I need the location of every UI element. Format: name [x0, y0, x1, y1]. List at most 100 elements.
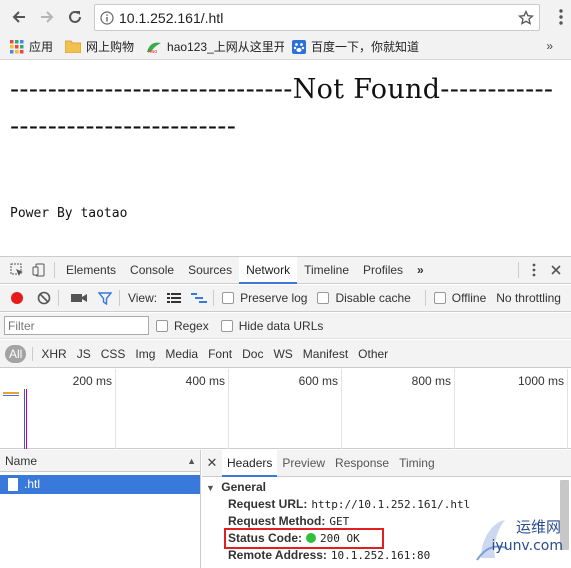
type-filter-css[interactable]: CSS: [97, 345, 130, 363]
bookmark-baidu[interactable]: 百度一下，你就知道: [292, 36, 419, 58]
back-button[interactable]: [8, 6, 30, 28]
checkbox-box[interactable]: [433, 292, 446, 304]
inspect-element-icon[interactable]: [6, 257, 28, 284]
clear-icon[interactable]: [33, 285, 54, 311]
bookmark-label: 应用: [29, 40, 54, 54]
type-filter-xhr[interactable]: XHR: [37, 345, 70, 363]
browser-toolbar: 10.1.252.161/.htl: [0, 0, 571, 34]
request-row[interactable]: .htl: [0, 475, 200, 494]
type-filter-js[interactable]: JS: [73, 345, 95, 363]
devtools-panel: Elements Console Sources Network Timelin…: [0, 256, 571, 568]
bookmark-apps[interactable]: 应用: [10, 36, 53, 58]
address-bar[interactable]: 10.1.252.161/.htl: [94, 4, 540, 31]
regex-label: Regex: [174, 318, 209, 333]
preserve-log-label: Preserve log: [240, 291, 308, 305]
timeline-label: 1000 ms: [517, 374, 564, 388]
device-mode-icon[interactable]: [28, 257, 50, 284]
tab-timing[interactable]: Timing: [394, 450, 440, 477]
header-key: Request Method:: [228, 514, 326, 528]
type-filter-img[interactable]: Img: [131, 345, 159, 363]
request-list-panel: Name ▲ .htl: [0, 450, 201, 568]
baidu-paw-icon: [292, 39, 307, 54]
header-key: Request URL:: [228, 497, 308, 511]
checkbox-box[interactable]: [220, 319, 233, 332]
divider: [32, 346, 34, 361]
regex-checkbox[interactable]: Regex: [156, 319, 209, 333]
tab-elements[interactable]: Elements: [59, 257, 123, 284]
request-bar: [3, 392, 19, 394]
tab-console[interactable]: Console: [123, 257, 181, 284]
grid-line: [228, 369, 229, 449]
tab-preview[interactable]: Preview: [277, 450, 330, 477]
type-filter-doc[interactable]: Doc: [238, 345, 267, 363]
tabs-overflow-button[interactable]: »: [410, 257, 431, 284]
folder-icon: [65, 40, 82, 53]
screenshot-camera-icon[interactable]: [69, 285, 90, 311]
type-filter-manifest[interactable]: Manifest: [299, 345, 352, 363]
tab-response[interactable]: Response: [330, 450, 394, 477]
hide-data-urls-checkbox[interactable]: Hide data URLs: [220, 319, 323, 333]
forward-button[interactable]: [36, 6, 58, 28]
offline-label: Offline: [451, 291, 487, 305]
type-filter-all[interactable]: All: [5, 344, 27, 363]
record-icon[interactable]: [6, 285, 27, 311]
reload-button[interactable]: [64, 6, 86, 28]
load-event-line: [26, 389, 27, 449]
general-section-toggle[interactable]: ▼ General: [206, 479, 571, 496]
grid-line: [454, 369, 455, 449]
filter-input[interactable]: [4, 316, 149, 335]
offline-checkbox[interactable]: Offline: [433, 291, 487, 305]
tab-sources[interactable]: Sources: [181, 257, 239, 284]
network-overview-timeline[interactable]: 200 ms 400 ms 600 ms 800 ms 1000 ms: [0, 369, 571, 449]
annotation-highlight-box: [224, 528, 384, 549]
apps-grid-icon: [10, 39, 24, 54]
name-column-header[interactable]: Name ▲: [0, 450, 200, 472]
waterfall-overview-icon[interactable]: [188, 285, 209, 311]
bookmark-label: 网上购物: [86, 40, 135, 54]
tab-headers[interactable]: Headers: [222, 449, 278, 477]
view-label: View:: [127, 291, 158, 305]
timeline-label: 600 ms: [298, 374, 338, 388]
site-watermark: 运维网 iyunv.com: [475, 516, 567, 564]
type-filter-media[interactable]: Media: [161, 345, 202, 363]
checkbox-box[interactable]: [317, 292, 330, 304]
close-detail-icon[interactable]: ✕: [202, 455, 222, 471]
page-headline: ------------------------------Not Found-…: [10, 74, 554, 142]
devtools-menu-icon[interactable]: [523, 257, 545, 284]
timeline-label: 200 ms: [72, 374, 112, 388]
type-filter-other[interactable]: Other: [354, 345, 392, 363]
hao123-icon: hao: [146, 40, 162, 54]
bookmark-hao123[interactable]: hao hao123_上网从这里开: [146, 36, 284, 58]
bookmark-shopping-folder[interactable]: 网上购物: [65, 36, 134, 58]
info-icon[interactable]: [95, 5, 119, 30]
bookmark-star-icon[interactable]: [513, 9, 539, 26]
header-value: http://10.1.252.161/.htl: [311, 498, 471, 511]
throttling-select[interactable]: No throttling: [496, 291, 561, 305]
filter-funnel-icon[interactable]: [94, 285, 115, 311]
tab-network[interactable]: Network: [239, 256, 298, 284]
document-icon: [8, 478, 18, 491]
type-filter-ws[interactable]: WS: [269, 345, 296, 363]
type-filter-font[interactable]: Font: [204, 345, 236, 363]
divider: [54, 262, 55, 278]
checkbox-box[interactable]: [222, 292, 235, 304]
name-header-label: Name: [5, 454, 38, 468]
checkbox-box[interactable]: [156, 319, 168, 332]
bookmark-label: hao123_上网从这里开: [167, 40, 285, 54]
bookmarks-overflow-button[interactable]: »: [546, 39, 553, 53]
browser-menu-icon[interactable]: [559, 9, 563, 28]
header-value: GET: [329, 515, 350, 528]
timeline-label: 800 ms: [411, 374, 451, 388]
preserve-log-checkbox[interactable]: Preserve log: [222, 291, 307, 305]
watermark-line1: 运维网: [515, 518, 561, 536]
close-devtools-icon[interactable]: [545, 257, 567, 284]
header-value: 10.1.252.161:80: [330, 549, 431, 562]
disable-cache-checkbox[interactable]: Disable cache: [317, 291, 411, 305]
grid-line: [341, 369, 342, 449]
large-rows-icon[interactable]: [163, 285, 184, 311]
tab-profiles[interactable]: Profiles: [356, 257, 410, 284]
tab-timeline[interactable]: Timeline: [297, 257, 356, 284]
grid-line: [567, 369, 568, 449]
divider: [213, 290, 215, 306]
request-url-row: Request URL: http://10.1.252.161/.htl: [206, 496, 571, 513]
